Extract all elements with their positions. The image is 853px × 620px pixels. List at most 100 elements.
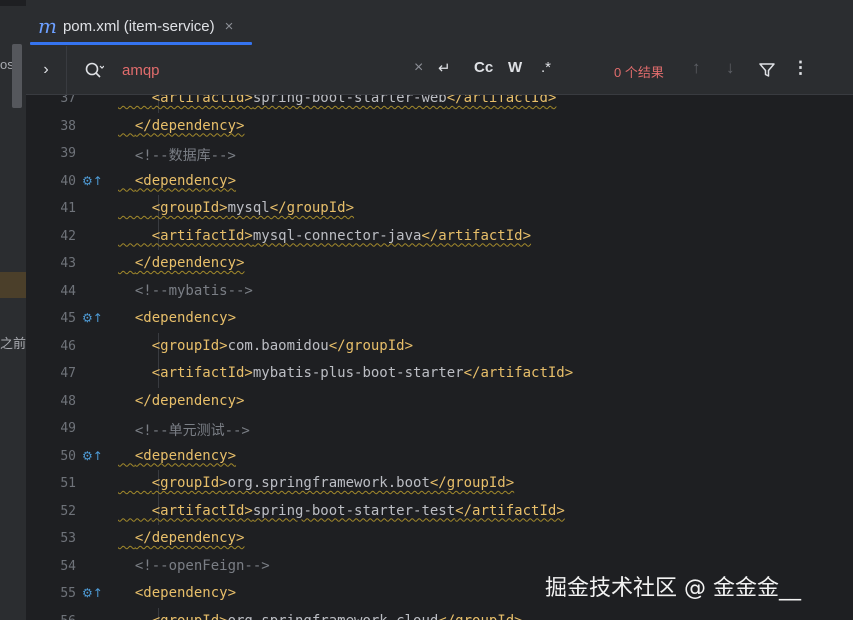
code-text: <dependency>: [118, 448, 236, 464]
xml-tag: </groupId>: [269, 200, 355, 216]
override-gutter-icon[interactable]: ⚙↑: [82, 586, 103, 600]
xml-tag: </artifactId>: [446, 95, 557, 106]
line-number: 43: [60, 256, 76, 271]
code-line[interactable]: 45 ⚙↑ <dependency>: [26, 305, 853, 332]
xml-text: com.baomidou: [227, 337, 329, 354]
code-text: </dependency>: [118, 392, 245, 409]
xml-tag: <dependency>: [134, 172, 237, 189]
expand-replace-chevron-icon[interactable]: ›: [26, 46, 67, 94]
line-number: 53: [60, 531, 76, 546]
project-panel-selected-row: [0, 272, 26, 298]
more-options-icon[interactable]: ⋮: [792, 58, 809, 78]
xml-tag: </groupId>: [328, 337, 414, 354]
tab-close-icon[interactable]: ×: [225, 18, 234, 35]
active-tab-indicator: [30, 42, 252, 45]
xml-tag: <dependency>: [134, 585, 237, 601]
xml-tag: <dependency>: [134, 310, 237, 326]
xml-tag: <groupId>: [152, 613, 228, 620]
xml-text: mysql: [227, 200, 270, 216]
code-editor[interactable]: 37 <artifactId>spring-boot-starter-web</…: [26, 95, 853, 620]
code-line[interactable]: 52 <artifactId>spring-boot-starter-test<…: [26, 497, 853, 525]
search-results-count: 0 个结果: [614, 65, 664, 80]
code-line[interactable]: 56 <groupId>org.springframework.cloud</g…: [26, 607, 853, 620]
code-line[interactable]: 38 </dependency>: [26, 113, 853, 140]
whole-words-toggle[interactable]: W: [508, 59, 522, 76]
line-number: 42: [60, 228, 76, 244]
tab-title: pom.xml (item-service): [62, 17, 215, 35]
clear-search-icon[interactable]: ×: [414, 59, 423, 77]
project-panel-scrollbar[interactable]: [12, 44, 22, 108]
code-line[interactable]: 39 <!--数据库-->: [26, 140, 853, 167]
code-text: <!--openFeign-->: [118, 558, 270, 574]
code-text: </dependency>: [118, 255, 245, 271]
line-number: 47: [60, 366, 76, 381]
line-number: 45: [60, 311, 76, 326]
xml-tag: </dependency>: [134, 117, 245, 134]
code-text: <artifactId>spring-boot-starter-web</art…: [118, 95, 557, 106]
code-line[interactable]: 42 <artifactId>mysql-connector-java</art…: [26, 222, 853, 250]
search-history-icon[interactable]: [84, 61, 104, 81]
xml-tag: </artifactId>: [455, 502, 565, 519]
match-case-toggle[interactable]: Cc: [474, 59, 493, 76]
code-text: <!--mybatis-->: [118, 283, 253, 299]
xml-tag: </dependency>: [134, 530, 245, 546]
code-line[interactable]: 50 ⚙↑ <dependency>: [26, 443, 853, 470]
maven-icon: m: [38, 14, 57, 38]
code-line[interactable]: 49 <!--单元测试-->: [26, 415, 853, 442]
xml-comment: <!--mybatis-->: [134, 282, 253, 299]
code-text: <dependency>: [118, 585, 236, 601]
xml-tag: </groupId>: [438, 613, 522, 620]
line-number: 46: [60, 338, 76, 354]
code-line[interactable]: 43 </dependency>: [26, 250, 853, 277]
code-line[interactable]: 51 <groupId>org.springframework.boot</gr…: [26, 470, 853, 498]
search-input[interactable]: [122, 58, 412, 82]
override-gutter-icon[interactable]: ⚙↑: [82, 449, 103, 463]
code-text: <artifactId>mybatis-plus-boot-starter</a…: [118, 365, 573, 381]
find-bar: › × ↵ Cc W .* 0 个结果 ↑ ↓ ⋮: [26, 46, 853, 95]
line-number: 48: [60, 393, 76, 409]
line-number: 40: [60, 173, 76, 189]
filter-icon[interactable]: [758, 61, 776, 79]
xml-tag: <artifactId>: [151, 227, 253, 244]
regex-toggle[interactable]: .*: [541, 59, 551, 76]
project-panel-edge: ose 之前: [0, 0, 26, 620]
tab-pom-xml[interactable]: m pom.xml (item-service) ×: [30, 8, 241, 44]
code-line[interactable]: 44 <!--mybatis-->: [26, 278, 853, 305]
override-gutter-icon[interactable]: ⚙↑: [82, 174, 103, 188]
previous-occurrence-icon[interactable]: ↑: [692, 58, 701, 78]
code-text: </dependency>: [118, 530, 245, 546]
override-gutter-icon[interactable]: ⚙↑: [82, 311, 103, 325]
xml-comment: <!--openFeign-->: [134, 557, 270, 574]
xml-tag: </dependency>: [134, 392, 245, 409]
xml-text: mysql-connector-java: [252, 227, 422, 244]
xml-text: mybatis-plus-boot-starter: [252, 365, 464, 381]
line-number: 38: [60, 118, 76, 134]
xml-comment: <!--单元测试-->: [134, 423, 250, 439]
line-number: 50: [60, 448, 76, 464]
xml-text: org.springframework.boot: [227, 475, 430, 491]
newline-option-icon[interactable]: ↵: [438, 59, 451, 77]
xml-comment: <!--数据库-->: [134, 148, 236, 164]
line-number: 54: [60, 558, 76, 574]
code-text: <dependency>: [118, 173, 236, 189]
code-line[interactable]: 47 <artifactId>mybatis-plus-boot-starter…: [26, 360, 853, 388]
code-line[interactable]: 40 ⚙↑ <dependency>: [26, 168, 853, 195]
code-line[interactable]: 37 <artifactId>spring-boot-starter-web</…: [26, 95, 853, 113]
xml-tag: <dependency>: [134, 447, 237, 464]
code-line[interactable]: 46 <groupId>com.baomidou</groupId>: [26, 332, 853, 360]
line-number: 51: [60, 476, 76, 491]
code-line[interactable]: 53 </dependency>: [26, 525, 853, 552]
code-line[interactable]: 48 </dependency>: [26, 388, 853, 415]
code-text: <groupId>com.baomidou</groupId>: [118, 338, 413, 354]
code-text: <dependency>: [118, 310, 236, 326]
line-number: 41: [60, 201, 76, 216]
xml-tag: </groupId>: [429, 475, 515, 491]
next-occurrence-icon[interactable]: ↓: [726, 58, 735, 78]
code-text: <!--单元测试-->: [118, 420, 250, 440]
code-text: <groupId>org.springframework.boot</group…: [118, 475, 514, 491]
line-number: 49: [60, 421, 76, 436]
line-number: 37: [60, 95, 76, 106]
code-text: <artifactId>mysql-connector-java</artifa…: [118, 228, 531, 244]
code-line[interactable]: 41 <groupId>mysql</groupId>: [26, 195, 853, 223]
xml-tag: <artifactId>: [151, 502, 253, 519]
